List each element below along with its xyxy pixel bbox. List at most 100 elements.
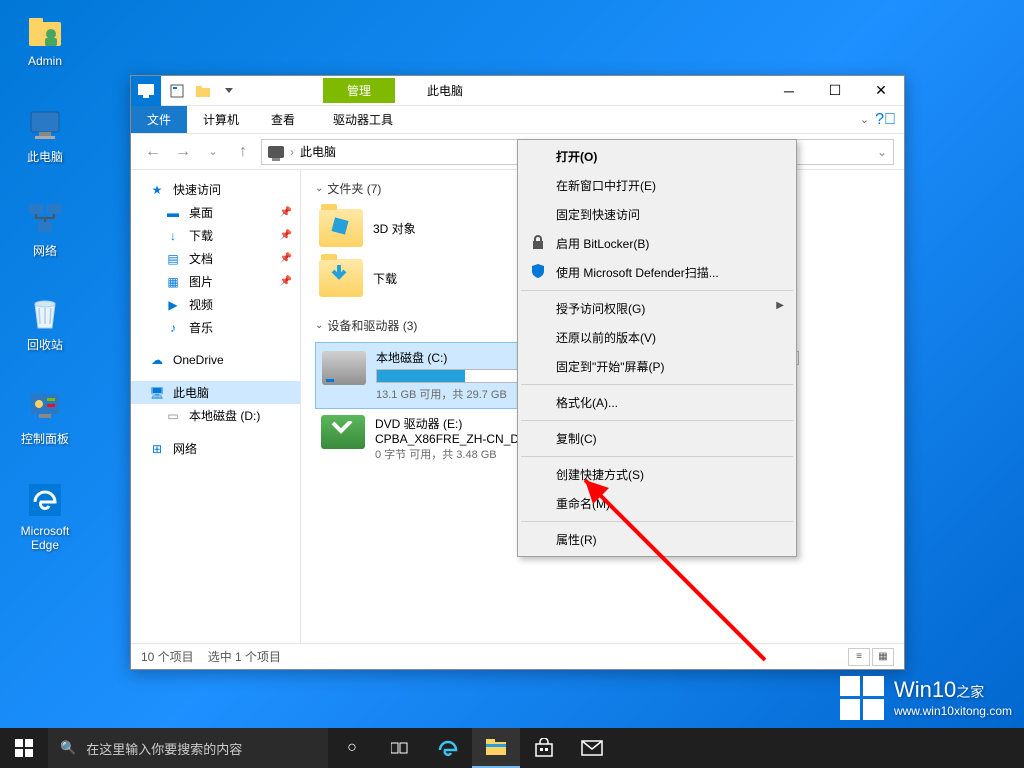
sidebar-quick-access[interactable]: ★快速访问 [131, 178, 300, 201]
sidebar-videos[interactable]: ▶视频 [131, 293, 300, 316]
music-icon: ♪ [165, 320, 181, 336]
sidebar-downloads[interactable]: ↓下载📌 [131, 224, 300, 247]
desktop-icon-this-pc[interactable]: 此电脑 [10, 104, 80, 165]
tab-file[interactable]: 文件 [131, 106, 187, 133]
network-icon: ⊞ [149, 441, 165, 457]
taskbar: 🔍 在这里输入你要搜索的内容 ○ [0, 728, 1024, 768]
window-title: 此电脑 [427, 82, 463, 99]
sidebar-desktop[interactable]: ▬桌面📌 [131, 201, 300, 224]
folder-icon [319, 259, 363, 297]
nav-history-dropdown[interactable]: ⌄ [201, 140, 225, 164]
onedrive-icon: ☁ [149, 352, 165, 368]
view-details-button[interactable]: ≡ [848, 648, 870, 666]
sidebar-network[interactable]: ⊞网络 [131, 437, 300, 460]
sidebar-onedrive[interactable]: ☁OneDrive [131, 349, 300, 371]
nav-up-button[interactable]: ↑ [231, 140, 255, 164]
desktop-icon-edge[interactable]: Microsoft Edge [10, 480, 80, 552]
cortana-button[interactable]: ○ [328, 728, 376, 768]
menu-pin-start[interactable]: 固定到"开始"屏幕(P) [520, 352, 794, 381]
sidebar-pictures[interactable]: ▦图片📌 [131, 270, 300, 293]
qat-dropdown-icon[interactable] [217, 79, 241, 103]
videos-icon: ▶ [165, 297, 181, 313]
tab-view[interactable]: 查看 [255, 106, 311, 133]
taskbar-edge[interactable] [424, 728, 472, 768]
nav-forward-button[interactable]: → [171, 140, 195, 164]
pictures-icon: ▦ [165, 274, 181, 290]
nav-back-button[interactable]: ← [141, 140, 165, 164]
context-menu: 打开(O) 在新窗口中打开(E) 固定到快速访问 启用 BitLocker(B)… [517, 139, 797, 557]
menu-create-shortcut[interactable]: 创建快捷方式(S) [520, 460, 794, 489]
selected-count: 选中 1 个项目 [208, 648, 281, 665]
desktop-icon-admin[interactable]: Admin [10, 10, 80, 68]
search-placeholder: 在这里输入你要搜索的内容 [86, 739, 242, 758]
pin-icon: 📌 [280, 253, 292, 264]
search-icon: 🔍 [60, 740, 76, 756]
ribbon-collapse-icon[interactable]: ⌄ [860, 113, 869, 126]
chevron-down-icon: ⌄ [315, 320, 323, 331]
desktop-icon-control-panel[interactable]: 控制面板 [10, 386, 80, 447]
qat-new-folder-icon[interactable] [191, 79, 215, 103]
edge-icon [25, 480, 65, 520]
pin-icon: 📌 [280, 276, 292, 287]
start-button[interactable] [0, 728, 48, 768]
breadcrumb-this-pc[interactable]: 此电脑 [300, 143, 336, 160]
tab-computer[interactable]: 计算机 [187, 106, 255, 133]
ribbon-tabs: 文件 计算机 查看 驱动器工具 ⌄ ?⃝ [131, 106, 904, 134]
documents-icon: ▤ [165, 251, 181, 267]
pc-icon: 🖥 [149, 385, 165, 401]
minimize-button[interactable]: ─ [766, 76, 812, 106]
maximize-button[interactable]: ☐ [812, 76, 858, 106]
sidebar-music[interactable]: ♪音乐 [131, 316, 300, 339]
watermark: Win10之家 www.win10xitong.com [840, 676, 1012, 720]
menu-format[interactable]: 格式化(A)... [520, 388, 794, 417]
star-icon: ★ [149, 182, 165, 198]
menu-properties[interactable]: 属性(R) [520, 525, 794, 554]
status-bar: 10 个项目 选中 1 个项目 ≡ ▦ [131, 643, 904, 669]
tab-drive-tools[interactable]: 驱动器工具 [317, 106, 409, 133]
menu-defender-scan[interactable]: 使用 Microsoft Defender扫描... [520, 258, 794, 287]
folder-downloads[interactable]: 下载 [315, 255, 505, 301]
user-folder-icon [25, 10, 65, 50]
menu-rename[interactable]: 重命名(M) [520, 489, 794, 518]
pc-icon [268, 146, 284, 158]
chevron-down-icon: ⌄ [315, 183, 323, 194]
help-icon[interactable]: ?⃝ [875, 111, 896, 129]
drive-icon: ▭ [165, 408, 181, 424]
sidebar-this-pc[interactable]: 🖥此电脑 [131, 381, 300, 404]
network-icon [25, 198, 65, 238]
windows-logo-icon [840, 676, 884, 720]
manage-tools-tab[interactable]: 管理 [323, 78, 395, 103]
close-button[interactable]: ✕ [858, 76, 904, 106]
menu-copy[interactable]: 复制(C) [520, 424, 794, 453]
menu-open[interactable]: 打开(O) [520, 142, 794, 171]
breadcrumb-sep: › [290, 145, 294, 159]
taskbar-search[interactable]: 🔍 在这里输入你要搜索的内容 [48, 728, 328, 768]
desktop-icon-recycle[interactable]: 回收站 [10, 292, 80, 353]
app-icon [131, 76, 161, 106]
taskbar-store[interactable] [520, 728, 568, 768]
qat-properties-icon[interactable] [165, 79, 189, 103]
menu-open-new-window[interactable]: 在新窗口中打开(E) [520, 171, 794, 200]
downloads-icon: ↓ [165, 228, 181, 244]
shield-icon [530, 263, 546, 279]
nav-sidebar: ★快速访问 ▬桌面📌 ↓下载📌 ▤文档📌 ▦图片📌 ▶视频 ♪音乐 ☁OneDr… [131, 170, 301, 643]
recycle-bin-icon [25, 292, 65, 332]
menu-restore-versions[interactable]: 还原以前的版本(V) [520, 323, 794, 352]
view-icons-button[interactable]: ▦ [872, 648, 894, 666]
sidebar-local-d[interactable]: ▭本地磁盘 (D:) [131, 404, 300, 427]
taskbar-mail[interactable] [568, 728, 616, 768]
drive-icon [322, 351, 366, 385]
pin-icon: 📌 [280, 230, 292, 241]
task-view-button[interactable] [376, 728, 424, 768]
address-dropdown-icon[interactable]: ⌄ [877, 145, 887, 159]
folder-icon [319, 209, 363, 247]
taskbar-explorer[interactable] [472, 728, 520, 768]
sidebar-documents[interactable]: ▤文档📌 [131, 247, 300, 270]
menu-bitlocker[interactable]: 启用 BitLocker(B) [520, 229, 794, 258]
menu-grant-access[interactable]: 授予访问权限(G)▶ [520, 294, 794, 323]
desktop-icon-network[interactable]: 网络 [10, 198, 80, 259]
pin-icon: 📌 [280, 207, 292, 218]
folder-3d-objects[interactable]: 3D 对象 [315, 205, 505, 251]
dvd-icon [321, 415, 365, 449]
menu-pin-quick-access[interactable]: 固定到快速访问 [520, 200, 794, 229]
